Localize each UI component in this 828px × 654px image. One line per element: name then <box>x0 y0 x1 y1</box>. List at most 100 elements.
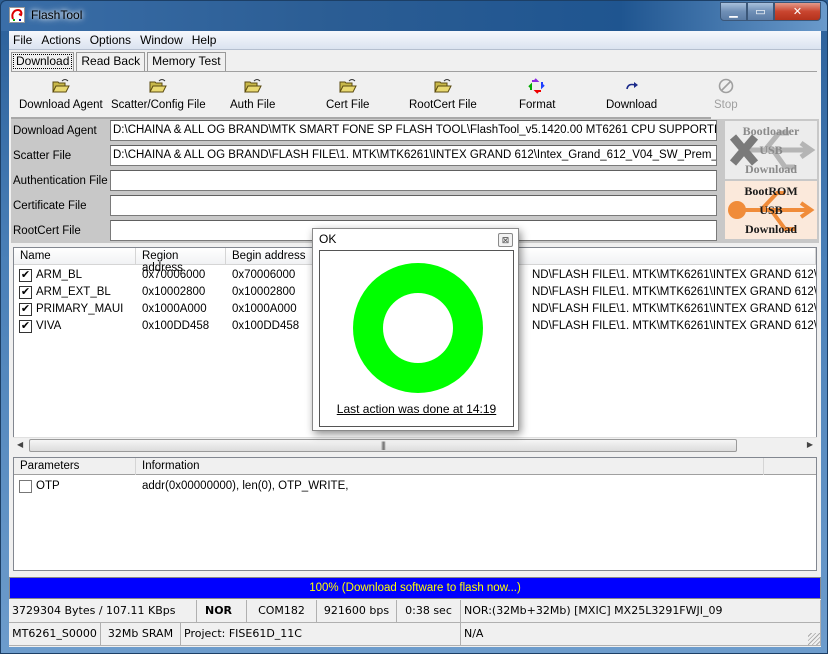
close-icon: ⊠ <box>501 235 510 245</box>
field-label: RootCert File <box>13 225 81 237</box>
authentication-file-path-input[interactable] <box>110 170 717 191</box>
download-agent-button[interactable]: Download Agent <box>19 78 103 111</box>
minimize-icon: ▁ <box>729 6 738 18</box>
folder-open-icon <box>434 79 452 93</box>
region-name: PRIMARY_MAUI <box>36 303 124 315</box>
dialog-body: Last action was done at 14:19 <box>319 250 514 427</box>
transfer-rate: 3729304 Bytes / 107.11 KBps <box>9 600 197 623</box>
region-address: 0x70006000 <box>142 269 206 281</box>
region-table-horizontal-scrollbar[interactable]: ◀ ||| ▶ <box>13 437 817 453</box>
ram-info: 32Mb SRAM <box>101 623 181 646</box>
field-label: Certificate File <box>13 200 87 212</box>
parameter-name: OTP <box>36 480 60 492</box>
tab-memory-test[interactable]: Memory Test <box>147 52 226 71</box>
field-label: Download Agent <box>13 125 97 137</box>
region-address: 0x10002800 <box>142 286 206 298</box>
scroll-right-arrow-icon[interactable]: ▶ <box>807 440 813 449</box>
ring-center <box>383 293 453 363</box>
title-bar[interactable]: FlashTool ▁ ▭ ✕ <box>1 1 827 31</box>
field-label: Scatter File <box>13 150 72 162</box>
parameter-table-header: Parameters Information <box>14 458 816 475</box>
region-checkbox[interactable]: ✔ <box>19 269 32 282</box>
bootloader-line3: Download <box>744 161 797 176</box>
dialog-close-button[interactable]: ⊠ <box>498 233 513 247</box>
tool-label: Stop <box>714 99 738 111</box>
resize-grip[interactable] <box>808 633 820 645</box>
certificate-file-row: Certificate File <box>11 194 721 218</box>
status-bar-row-2: MT6261_S0000 32Mb SRAM Project: FISE61D_… <box>9 623 821 646</box>
project-name: Project: FISE61D_11C <box>181 623 461 646</box>
scatter-config-file-button[interactable]: Scatter/Config File <box>111 78 206 111</box>
region-name: VIVA <box>36 320 62 332</box>
format-icon <box>528 78 545 94</box>
menu-bar: File Actions Options Window Help <box>9 31 821 50</box>
tool-label: Download <box>606 99 658 111</box>
tab-download[interactable]: Download <box>11 52 75 71</box>
column-parameters[interactable]: Parameters <box>14 458 136 475</box>
certificate-file-path-input[interactable] <box>110 195 717 216</box>
bootrom-line1: BootROM <box>744 183 798 198</box>
menu-help[interactable]: Help <box>188 31 222 49</box>
parameter-table: Parameters Information OTP addr(0x000000… <box>13 457 817 571</box>
close-button[interactable]: ✕ <box>774 2 821 21</box>
scatter-file-path-input[interactable]: D:\CHAINA & ALL OG BRAND\FLASH FILE\1. M… <box>110 145 717 166</box>
region-address: 0x1000A000 <box>142 303 207 315</box>
parameter-info: addr(0x00000000), len(0), OTP_WRITE, <box>142 480 349 492</box>
download-agent-path-input[interactable]: D:\CHAINA & ALL OG BRAND\MTK SMART FONE … <box>110 120 717 141</box>
tab-panel-border <box>11 71 817 72</box>
otp-checkbox[interactable] <box>19 480 32 493</box>
region-checkbox[interactable]: ✔ <box>19 320 32 333</box>
column-name[interactable]: Name <box>14 248 136 265</box>
tool-label: Auth File <box>230 99 276 111</box>
window-title: FlashTool <box>31 8 83 22</box>
scatter-file-row: Scatter File D:\CHAINA & ALL OG BRAND\FL… <box>11 144 721 168</box>
elapsed-time: 0:38 sec <box>397 600 461 623</box>
download-button[interactable]: Download <box>606 78 657 111</box>
scroll-left-arrow-icon[interactable]: ◀ <box>17 440 23 449</box>
region-address: 0x100DD458 <box>142 320 210 332</box>
cert-file-button[interactable]: Cert File <box>326 78 369 111</box>
column-region-address[interactable]: Region address <box>136 248 226 274</box>
begin-address: 0x70006000 <box>232 269 296 281</box>
begin-address: 0x10002800 <box>232 286 296 298</box>
toolbar: Download Agent Scatter/Config File Auth … <box>11 78 817 118</box>
table-row[interactable]: OTP addr(0x00000000), len(0), OTP_WRITE, <box>14 478 816 495</box>
chip-name: MT6261_S0000 <box>9 623 101 646</box>
maximize-icon: ▭ <box>755 6 766 18</box>
menu-file[interactable]: File <box>9 31 37 49</box>
last-action-message: Last action was done at 14:19 <box>336 402 497 416</box>
menu-window[interactable]: Window <box>136 31 188 49</box>
auth-file-button[interactable]: Auth File <box>230 78 275 111</box>
region-location: ND\FLASH FILE\1. MTK\MTK6261\INTEX GRAND… <box>532 286 817 298</box>
bootrom-usb-download-button[interactable]: BootROM USB Download <box>725 181 817 239</box>
menu-options[interactable]: Options <box>86 31 136 49</box>
bootrom-line2: USB <box>759 202 783 217</box>
region-checkbox[interactable]: ✔ <box>19 303 32 316</box>
progress-text: 100% (Download software to flash now...) <box>309 582 521 594</box>
menu-actions[interactable]: Actions <box>37 31 85 49</box>
tab-read-back[interactable]: Read Back <box>76 52 146 71</box>
scrollbar-thumb[interactable]: ||| <box>29 439 737 452</box>
baud-rate: 921600 bps <box>317 600 397 623</box>
authentication-file-row: Authentication File <box>11 169 721 193</box>
download-mode-panel: Bootloader USB Download BootROM USB Down… <box>721 119 819 243</box>
minimize-button[interactable]: ▁ <box>720 2 747 21</box>
format-button[interactable]: Format <box>519 78 555 111</box>
region-checkbox[interactable]: ✔ <box>19 286 32 299</box>
region-location: ND\FLASH FILE\1. MTK\MTK6261\INTEX GRAND… <box>532 269 817 281</box>
tab-strip: Download Read Back Memory Test <box>11 52 228 72</box>
maximize-button[interactable]: ▭ <box>747 2 774 21</box>
begin-address: 0x1000A000 <box>232 303 297 315</box>
download-progress-bar: 100% (Download software to flash now...) <box>9 577 821 599</box>
folder-open-icon <box>243 79 262 93</box>
rootcert-file-button[interactable]: RootCert File <box>409 78 477 111</box>
column-information[interactable]: Information <box>136 458 764 475</box>
stop-button[interactable]: Stop <box>714 78 738 111</box>
column-begin-address[interactable]: Begin address <box>226 248 316 265</box>
file-path-panel: Download Agent D:\CHAINA & ALL OG BRAND\… <box>11 119 721 243</box>
region-location: ND\FLASH FILE\1. MTK\MTK6261\INTEX GRAND… <box>532 303 817 315</box>
folder-open-icon <box>338 79 357 93</box>
bootloader-usb-download-button[interactable]: Bootloader USB Download <box>725 121 817 179</box>
begin-address: 0x100DD458 <box>232 320 300 332</box>
tool-label: Download Agent <box>19 99 103 111</box>
